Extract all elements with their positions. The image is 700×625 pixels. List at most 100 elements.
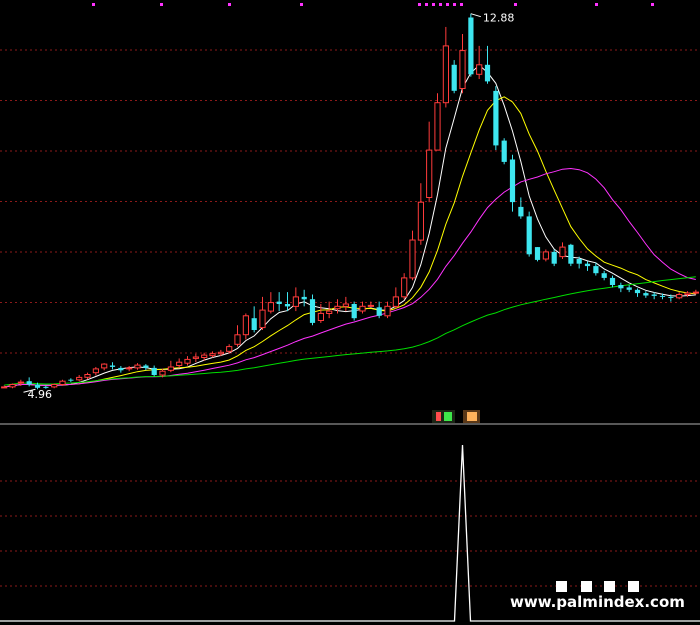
top-marker <box>92 3 95 6</box>
candle-body-up <box>159 370 166 376</box>
candle-body-up <box>242 315 250 336</box>
top-marker <box>439 3 442 6</box>
candle-body-down <box>534 247 541 260</box>
candle-body-up <box>167 366 175 371</box>
candle-body-up <box>684 292 691 296</box>
candle-body-up <box>317 312 324 321</box>
candle-body-up <box>476 64 483 75</box>
candle-body-down <box>109 365 116 367</box>
candle-body-up <box>542 251 549 260</box>
candle-body-down <box>301 296 307 300</box>
candle-body-up <box>201 354 208 359</box>
candle-body-up <box>76 376 83 381</box>
top-marker <box>651 3 654 6</box>
candle-body-up <box>209 353 216 357</box>
signal-badge-1-glyph-b <box>444 412 452 421</box>
watermark-glyph-2 <box>581 581 592 592</box>
low-price-label: 4.96 <box>28 388 53 401</box>
candle-body-up <box>384 305 391 317</box>
candle-body-down <box>451 64 457 91</box>
candle-body-up <box>334 305 341 310</box>
candle-body-down <box>668 296 674 298</box>
candle-body-up <box>101 363 108 369</box>
top-marker <box>160 3 163 6</box>
candle-body-down <box>376 307 382 316</box>
candle-body-down <box>593 266 599 274</box>
top-marker <box>228 3 231 6</box>
candle-body-down <box>143 365 149 368</box>
candle-body-down <box>584 263 591 267</box>
candle-body-down <box>659 295 666 297</box>
top-marker <box>446 3 449 6</box>
candle-body-down <box>518 206 524 217</box>
watermark-glyph-1 <box>556 581 567 592</box>
candle-body-down <box>568 244 574 264</box>
candle-body-down <box>284 304 291 307</box>
candle-body-up <box>84 374 91 378</box>
candle-body-up <box>442 45 449 104</box>
candle-body-down <box>493 90 499 146</box>
candle-body-up <box>176 361 183 367</box>
top-marker <box>432 3 435 6</box>
candle-body-up <box>51 384 58 388</box>
candlestick-chart: 12.88 4.96 www.palmindex.com <box>0 0 700 625</box>
candle-body-down <box>251 318 257 330</box>
signal-badge-1-glyph-a <box>436 412 441 421</box>
candle-body-down <box>118 367 124 371</box>
candle-body-up <box>417 201 424 241</box>
top-marker <box>595 3 598 6</box>
candle-body-up <box>134 364 141 369</box>
candle-body-up <box>367 304 374 307</box>
candle-body-up <box>184 358 191 364</box>
candle-body-down <box>309 299 316 323</box>
watermark-url: www.palmindex.com <box>510 593 685 611</box>
candle-body-down <box>618 285 624 289</box>
top-marker <box>460 3 463 6</box>
low-annotation: 4.96 <box>23 388 53 401</box>
candle-body-up <box>217 351 225 355</box>
candle-body-down <box>151 367 157 375</box>
candle-body-up <box>126 367 133 370</box>
candle-body-up <box>17 381 24 384</box>
candle-body-down <box>351 304 357 319</box>
candle-body-up <box>426 149 433 199</box>
candle-body-up <box>326 310 333 315</box>
candle-body-down <box>509 159 516 203</box>
signal-badge-2-glyph <box>467 412 477 421</box>
candle-body-up <box>259 309 266 329</box>
candle-body-up <box>234 334 241 345</box>
candle-body-down <box>526 216 532 255</box>
watermark-glyph-4 <box>628 581 639 592</box>
candle-body-down <box>576 259 582 264</box>
candle-body-up <box>267 302 274 312</box>
watermark-glyph-3 <box>604 581 615 592</box>
candle-body-up <box>676 294 683 299</box>
top-marker <box>425 3 428 6</box>
candle-body-up <box>409 239 416 279</box>
candle-body-down <box>26 381 32 385</box>
candle-body-up <box>226 346 233 352</box>
candle-body-down <box>468 17 474 75</box>
candle-body-up <box>692 291 699 294</box>
candle-body-up <box>1 386 8 389</box>
candle-body-up <box>434 102 441 151</box>
candle-body-up <box>459 50 466 89</box>
top-marker <box>453 3 456 6</box>
candle-body-up <box>559 246 566 258</box>
candle-body-down <box>609 277 616 285</box>
candle-body-up <box>59 380 66 386</box>
candle-body-down <box>626 287 632 290</box>
candle-body-down <box>601 273 607 278</box>
candle-body-down <box>68 379 74 381</box>
candle-body-down <box>276 301 282 304</box>
candle-body-up <box>192 356 200 359</box>
candle-body-up <box>401 277 408 298</box>
candle-body-down <box>651 294 657 296</box>
candle-body-up <box>392 296 399 307</box>
candle-body-down <box>643 293 649 296</box>
candle-body-down <box>501 140 507 162</box>
chart-background <box>0 0 700 625</box>
candle-body-up <box>359 305 366 312</box>
candle-body-up <box>92 368 100 374</box>
candle-body-up <box>292 296 299 307</box>
